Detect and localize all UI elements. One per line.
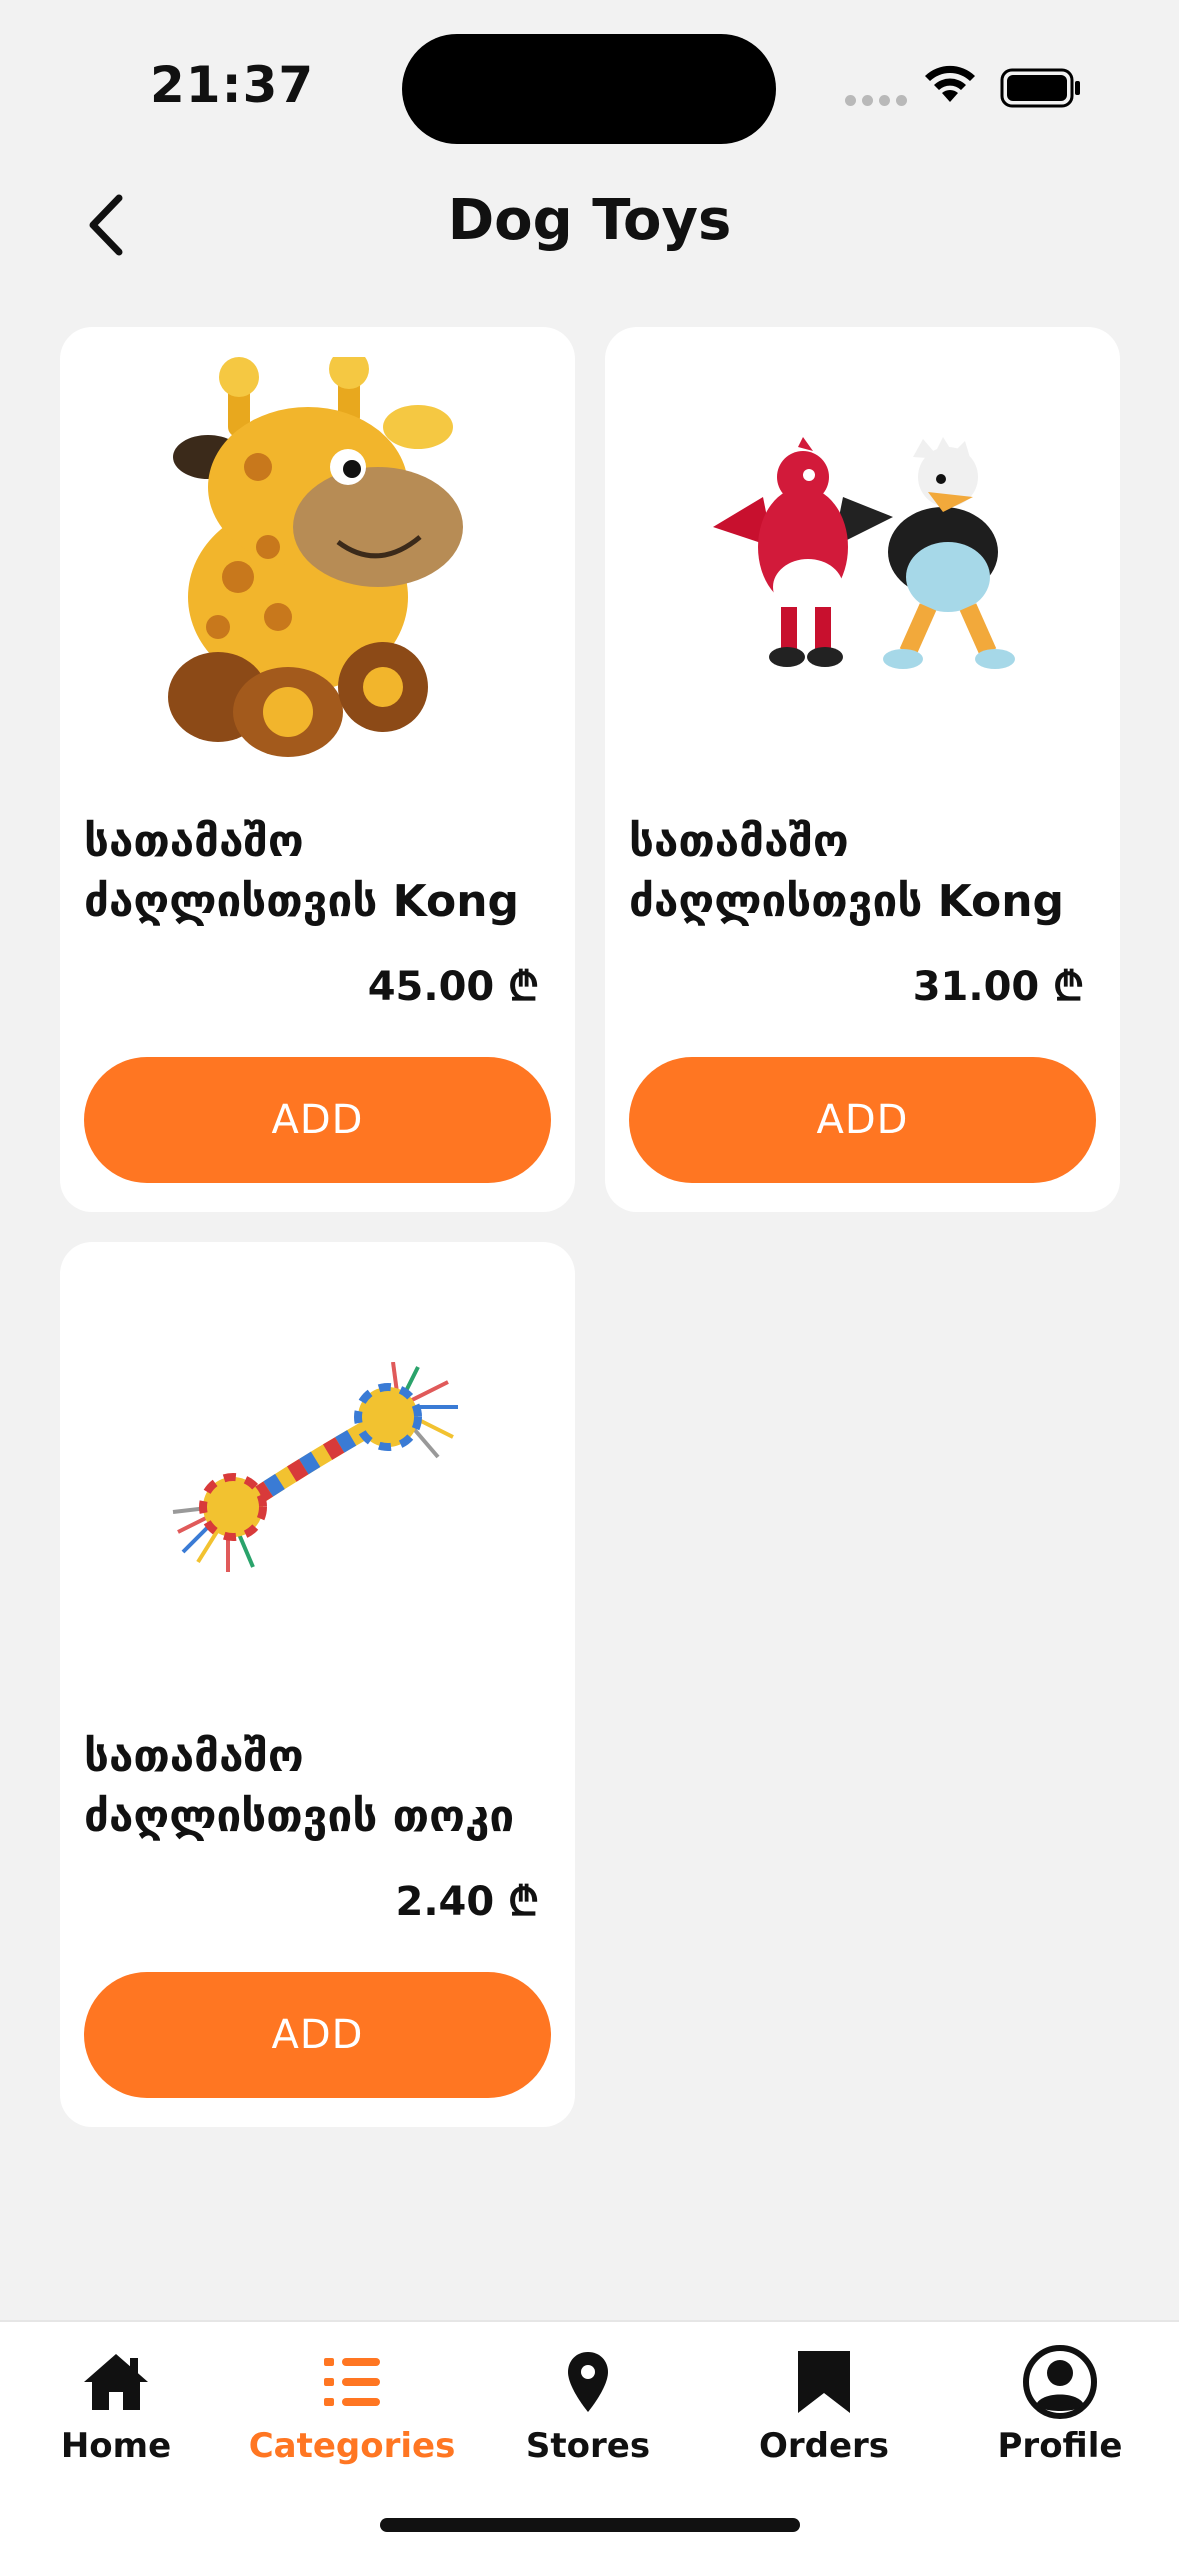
- home-icon: [84, 2354, 148, 2410]
- nav-item-stores[interactable]: Stores: [488, 2344, 688, 2484]
- product-image-rope-toy: [60, 1242, 575, 1702]
- product-image-bird-plush-toys: [605, 327, 1120, 787]
- product-price: 2.40 ₾: [395, 1879, 539, 1925]
- nav-label: Profile: [997, 2426, 1123, 2466]
- add-to-cart-button[interactable]: ADD: [84, 1057, 551, 1183]
- add-to-cart-button[interactable]: ADD: [629, 1057, 1096, 1183]
- location-pin-icon: [568, 2352, 608, 2412]
- product-card[interactable]: სათამაშო ძაღლისთვის Kong 31.00 ₾ ADD: [605, 327, 1120, 1212]
- product-name: სათამაშო ძაღლისთვის Kong: [629, 816, 1065, 927]
- wifi-icon: [925, 65, 975, 102]
- nav-label: Stores: [525, 2426, 651, 2466]
- add-to-cart-button[interactable]: ADD: [84, 1972, 551, 2098]
- list-icon: [324, 2358, 380, 2406]
- dynamic-island: [402, 34, 776, 144]
- product-name: სათამაშო ძაღლისთვის Kong: [84, 816, 520, 927]
- product-card[interactable]: სათამაშო ძაღლისთვის თოკი 2.40 ₾ ADD: [60, 1242, 575, 2127]
- user-circle-icon: [1023, 2345, 1097, 2419]
- product-image-giraffe-toy: [60, 327, 575, 787]
- product-name: სათამაშო ძაღლისთვის თოკი: [84, 1731, 515, 1842]
- nav-item-orders[interactable]: Orders: [724, 2344, 924, 2484]
- bookmark-icon: [798, 2351, 850, 2413]
- status-bar: 21:37: [0, 0, 1179, 170]
- product-price: 45.00 ₾: [367, 964, 539, 1010]
- product-price: 31.00 ₾: [912, 964, 1084, 1010]
- nav-label: Home: [60, 2426, 172, 2466]
- nav-item-home[interactable]: Home: [16, 2344, 216, 2484]
- nav-item-profile[interactable]: Profile: [960, 2344, 1160, 2484]
- status-time: 21:37: [150, 56, 315, 114]
- battery-icon: [1000, 68, 1080, 108]
- nav-label: Categories: [248, 2426, 456, 2466]
- nav-item-categories[interactable]: Categories: [249, 2344, 455, 2484]
- page-title: Dog Toys: [447, 188, 732, 253]
- product-card[interactable]: სათამაშო ძაღლისთვის Kong 45.00 ₾ ADD: [60, 327, 575, 1212]
- nav-label: Orders: [758, 2426, 890, 2466]
- header: Dog Toys: [0, 170, 1179, 290]
- cellular-signal-icon: [845, 95, 907, 106]
- home-indicator: [380, 2518, 800, 2532]
